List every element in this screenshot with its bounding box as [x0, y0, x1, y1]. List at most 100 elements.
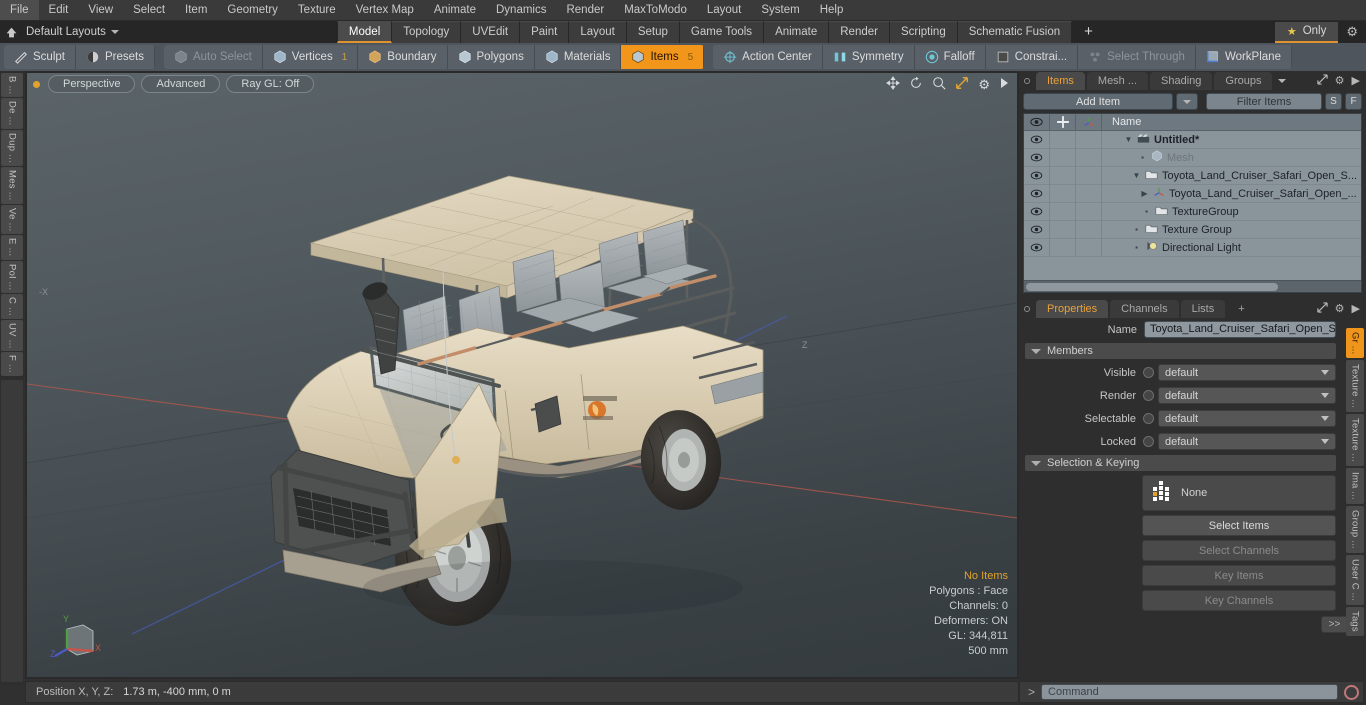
- item-tree-row-label[interactable]: ▪ TextureGroup: [1102, 205, 1361, 219]
- selection-set-selector[interactable]: None: [1142, 475, 1336, 511]
- play-icon[interactable]: [999, 77, 1009, 92]
- menu-item-item[interactable]: Item: [175, 0, 217, 20]
- tab-setup[interactable]: Setup: [626, 21, 680, 43]
- rtab-user-channels[interactable]: User C ...: [1346, 554, 1364, 605]
- menu-item-render[interactable]: Render: [556, 0, 614, 20]
- filter-s-button[interactable]: S: [1325, 93, 1342, 110]
- lock-cell[interactable]: [1050, 220, 1076, 239]
- table-row[interactable]: ▼ Toyota_Land_Cruiser_Safari_Open_S...: [1024, 166, 1361, 185]
- axis-icon[interactable]: [1076, 114, 1102, 131]
- menu-item-help[interactable]: Help: [810, 0, 854, 20]
- play-icon[interactable]: ▶: [1352, 74, 1360, 87]
- menu-item-vertex-map[interactable]: Vertex Map: [346, 0, 424, 20]
- vertices-button[interactable]: Vertices 1: [262, 45, 359, 69]
- item-tree-row-label[interactable]: ▪ Directional Light: [1102, 240, 1361, 255]
- tab-channels[interactable]: Channels: [1110, 299, 1179, 318]
- left-tab-curve[interactable]: C ...: [1, 293, 23, 319]
- viewport-shading-pill[interactable]: Advanced: [141, 75, 221, 93]
- boundary-button[interactable]: Boundary: [358, 45, 448, 69]
- axis-cell[interactable]: [1076, 184, 1102, 203]
- tab-paint[interactable]: Paint: [520, 21, 570, 43]
- tab-uvedit[interactable]: UVEdit: [461, 21, 521, 43]
- menu-item-layout[interactable]: Layout: [697, 0, 752, 20]
- axis-cell[interactable]: [1076, 166, 1102, 185]
- item-tree-row-label[interactable]: ▶ Toyota_Land_Cruiser_Safari_Open_...: [1102, 186, 1361, 201]
- expand-icon[interactable]: [1316, 73, 1328, 88]
- menu-item-texture[interactable]: Texture: [288, 0, 346, 20]
- tab-scripting[interactable]: Scripting: [889, 21, 958, 43]
- tab-animate[interactable]: Animate: [764, 21, 830, 43]
- gear-icon[interactable]: ⚙: [1335, 74, 1345, 87]
- item-tree-row-label[interactable]: ▼ Toyota_Land_Cruiser_Safari_Open_S...: [1102, 169, 1361, 183]
- eye-icon[interactable]: [1024, 130, 1050, 149]
- constraint-button[interactable]: Constrai...: [985, 45, 1079, 69]
- axis-cell[interactable]: [1076, 238, 1102, 257]
- eye-icon[interactable]: [1024, 238, 1050, 257]
- table-row[interactable]: ▼ Untitled*: [1024, 130, 1361, 149]
- menu-item-animate[interactable]: Animate: [424, 0, 486, 20]
- filter-f-button[interactable]: F: [1345, 93, 1362, 110]
- axis-cell[interactable]: [1076, 220, 1102, 239]
- left-tab-vertex[interactable]: Ve ...: [1, 204, 23, 235]
- tab-mesh[interactable]: Mesh ...: [1086, 71, 1149, 90]
- axis-cell[interactable]: [1076, 130, 1102, 149]
- add-item-button[interactable]: Add Item: [1023, 93, 1173, 110]
- left-tab-mesh-edit[interactable]: Mes ...: [1, 167, 23, 204]
- axis-gizmo[interactable]: Y X Z: [49, 609, 109, 665]
- menu-item-edit[interactable]: Edit: [39, 0, 79, 20]
- locked-toggle[interactable]: [1143, 436, 1154, 447]
- scrollbar-thumb[interactable]: [1026, 283, 1278, 291]
- zoom-icon[interactable]: [932, 76, 946, 93]
- presets-button[interactable]: Presets: [75, 45, 155, 69]
- vehicle-3d-model[interactable]: [263, 158, 793, 658]
- gear-icon[interactable]: ⚙: [1335, 302, 1345, 315]
- select-through-button[interactable]: Select Through: [1078, 45, 1196, 69]
- tab-topology[interactable]: Topology: [392, 21, 462, 43]
- rtab-texture-1[interactable]: Texture ...: [1346, 360, 1364, 413]
- fit-icon[interactable]: [955, 76, 969, 93]
- materials-button[interactable]: Materials: [534, 45, 622, 69]
- name-input[interactable]: Toyota_Land_Cruiser_Safari_Open_Si: [1144, 321, 1336, 338]
- disclosure-closed-icon[interactable]: ▶: [1140, 189, 1149, 198]
- items-panel-menu-dot[interactable]: [1024, 77, 1030, 84]
- left-tab-fur[interactable]: F ...: [1, 352, 23, 377]
- locked-dropdown[interactable]: default: [1158, 433, 1336, 450]
- menu-item-view[interactable]: View: [78, 0, 123, 20]
- item-tree-hscrollbar[interactable]: [1024, 280, 1361, 292]
- axis-cell[interactable]: [1076, 148, 1102, 167]
- action-center-button[interactable]: Action Center: [713, 45, 823, 69]
- selection-keying-section-header[interactable]: Selection & Keying: [1025, 455, 1336, 471]
- eye-icon[interactable]: [1024, 184, 1050, 203]
- menu-item-geometry[interactable]: Geometry: [217, 0, 288, 20]
- table-row[interactable]: ▪ Directional Light: [1024, 238, 1361, 257]
- gear-icon[interactable]: ⚙: [978, 77, 990, 92]
- table-row[interactable]: ▪ Mesh: [1024, 148, 1361, 167]
- tab-items[interactable]: Items: [1036, 71, 1085, 90]
- properties-panel-menu-dot[interactable]: [1024, 305, 1030, 312]
- rtab-tags[interactable]: Tags: [1346, 606, 1364, 636]
- viewport-projection-pill[interactable]: Perspective: [48, 75, 136, 93]
- default-layouts-dropdown[interactable]: Default Layouts: [22, 21, 127, 43]
- viewport-menu-dot[interactable]: [33, 80, 40, 88]
- lock-cell[interactable]: [1050, 166, 1076, 185]
- select-items-button[interactable]: Select Items: [1142, 515, 1336, 536]
- chevron-down-icon[interactable]: [1278, 78, 1287, 83]
- 3d-viewport[interactable]: -X Z Perspective Advanced Ray GL: Off ⚙ …: [27, 73, 1017, 677]
- eye-icon[interactable]: [1024, 148, 1050, 167]
- table-row[interactable]: ▶ Toyota_Land_Cruiser_Safari_Open_...: [1024, 184, 1361, 203]
- sculpt-button[interactable]: Sculpt: [4, 45, 76, 69]
- item-tree-row-label[interactable]: ▼ Untitled*: [1102, 133, 1361, 147]
- lock-cell[interactable]: [1050, 130, 1076, 149]
- menu-item-dynamics[interactable]: Dynamics: [486, 0, 556, 20]
- rtab-images[interactable]: Ima ...: [1346, 468, 1364, 504]
- move-icon[interactable]: [886, 76, 901, 93]
- rtab-texture-2[interactable]: Texture ...: [1346, 414, 1364, 467]
- home-icon[interactable]: [0, 21, 22, 43]
- rotate-icon[interactable]: [909, 76, 923, 93]
- eye-icon[interactable]: [1024, 114, 1050, 131]
- tab-lists[interactable]: Lists: [1180, 299, 1226, 318]
- members-section-header[interactable]: Members: [1025, 343, 1336, 359]
- tab-properties[interactable]: Properties: [1036, 299, 1109, 318]
- lock-cell[interactable]: [1050, 202, 1076, 221]
- add-tab-button[interactable]: +: [1072, 21, 1105, 43]
